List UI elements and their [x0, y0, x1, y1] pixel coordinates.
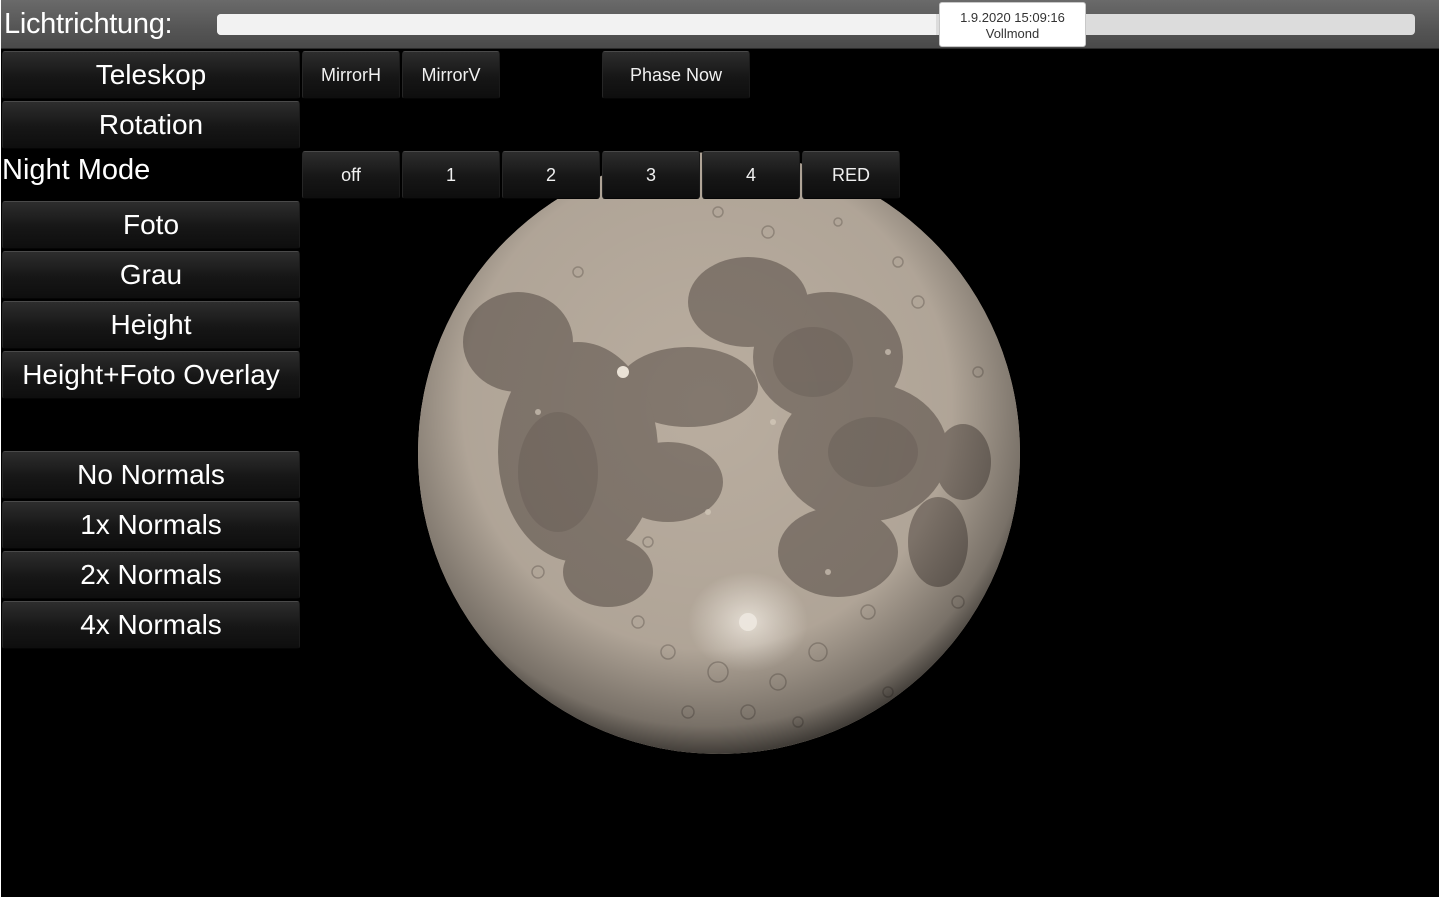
night-mode-1-button[interactable]: 1 [402, 151, 500, 199]
normals-2x-button[interactable]: 2x Normals [2, 551, 300, 599]
slider-handle[interactable]: 1.9.2020 15:09:16 Vollmond [939, 2, 1086, 47]
moon-viewer-app: Lichtrichtung: 1.9.2020 15:09:16 Vollmon… [1, 0, 1439, 897]
slider-fill [217, 14, 936, 35]
foto-button[interactable]: Foto [2, 201, 300, 249]
height-button[interactable]: Height [2, 301, 300, 349]
light-direction-bar: Lichtrichtung: 1.9.2020 15:09:16 Vollmon… [1, 0, 1439, 49]
night-mode-off-button[interactable]: off [302, 151, 400, 199]
normals-4x-button[interactable]: 4x Normals [2, 601, 300, 649]
moon-render[interactable] [418, 152, 1020, 754]
night-mode-label: Night Mode [2, 154, 151, 186]
rotation-button[interactable]: Rotation [2, 101, 300, 149]
moon-surface [418, 152, 1020, 754]
no-normals-button[interactable]: No Normals [2, 451, 300, 499]
height-foto-overlay-button[interactable]: Height+Foto Overlay [2, 351, 300, 399]
mirror-h-button[interactable]: MirrorH [302, 51, 400, 99]
night-mode-red-button[interactable]: RED [802, 151, 900, 199]
teleskop-button[interactable]: Teleskop [2, 51, 300, 99]
normals-1x-button[interactable]: 1x Normals [2, 501, 300, 549]
slider-phase: Vollmond [985, 26, 1040, 41]
phase-now-button[interactable]: Phase Now [602, 51, 750, 99]
light-direction-label: Lichtrichtung: [4, 8, 173, 40]
night-mode-3-button[interactable]: 3 [602, 151, 700, 199]
slider-date: 1.9.2020 15:09:16 [960, 10, 1065, 25]
night-mode-2-button[interactable]: 2 [502, 151, 600, 199]
grau-button[interactable]: Grau [2, 251, 300, 299]
mirror-v-button[interactable]: MirrorV [402, 51, 500, 99]
light-direction-slider[interactable] [217, 14, 1415, 35]
night-mode-4-button[interactable]: 4 [702, 151, 800, 199]
